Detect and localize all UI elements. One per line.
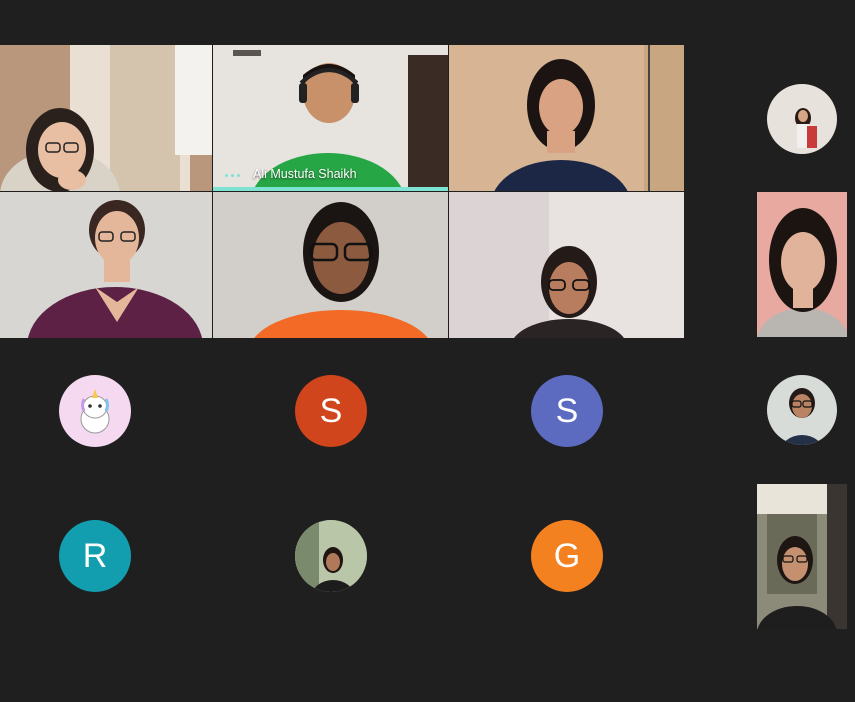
participant-initial-avatar[interactable]: S bbox=[295, 375, 367, 447]
participant-name-label: Ali Mustufa Shaikh bbox=[253, 167, 357, 181]
speaking-indicator-icon bbox=[225, 174, 240, 177]
video-tile[interactable] bbox=[757, 484, 847, 629]
participant-video bbox=[0, 45, 212, 191]
unicorn-avatar-icon[interactable] bbox=[59, 375, 131, 447]
participant-initial-avatar[interactable]: G bbox=[531, 520, 603, 592]
profile-photo-avatar[interactable] bbox=[295, 520, 367, 592]
participant-video bbox=[449, 192, 684, 338]
video-tile[interactable] bbox=[449, 192, 684, 338]
participant-initial-avatar[interactable]: R bbox=[59, 520, 131, 592]
video-tile[interactable] bbox=[0, 192, 212, 338]
participant-video bbox=[449, 45, 684, 191]
participant-initial-avatar[interactable]: S bbox=[531, 375, 603, 447]
profile-photo-avatar[interactable] bbox=[767, 375, 837, 445]
video-tile[interactable] bbox=[757, 192, 847, 337]
profile-photo-avatar[interactable] bbox=[767, 84, 837, 154]
video-tile[interactable] bbox=[0, 45, 212, 191]
active-speaker-bar bbox=[213, 187, 448, 191]
participant-video bbox=[0, 192, 212, 338]
video-tile[interactable] bbox=[449, 45, 684, 191]
participant-video bbox=[213, 192, 448, 338]
video-tile-active-speaker[interactable]: Ali Mustufa Shaikh bbox=[213, 45, 448, 191]
video-tile[interactable] bbox=[213, 192, 448, 338]
